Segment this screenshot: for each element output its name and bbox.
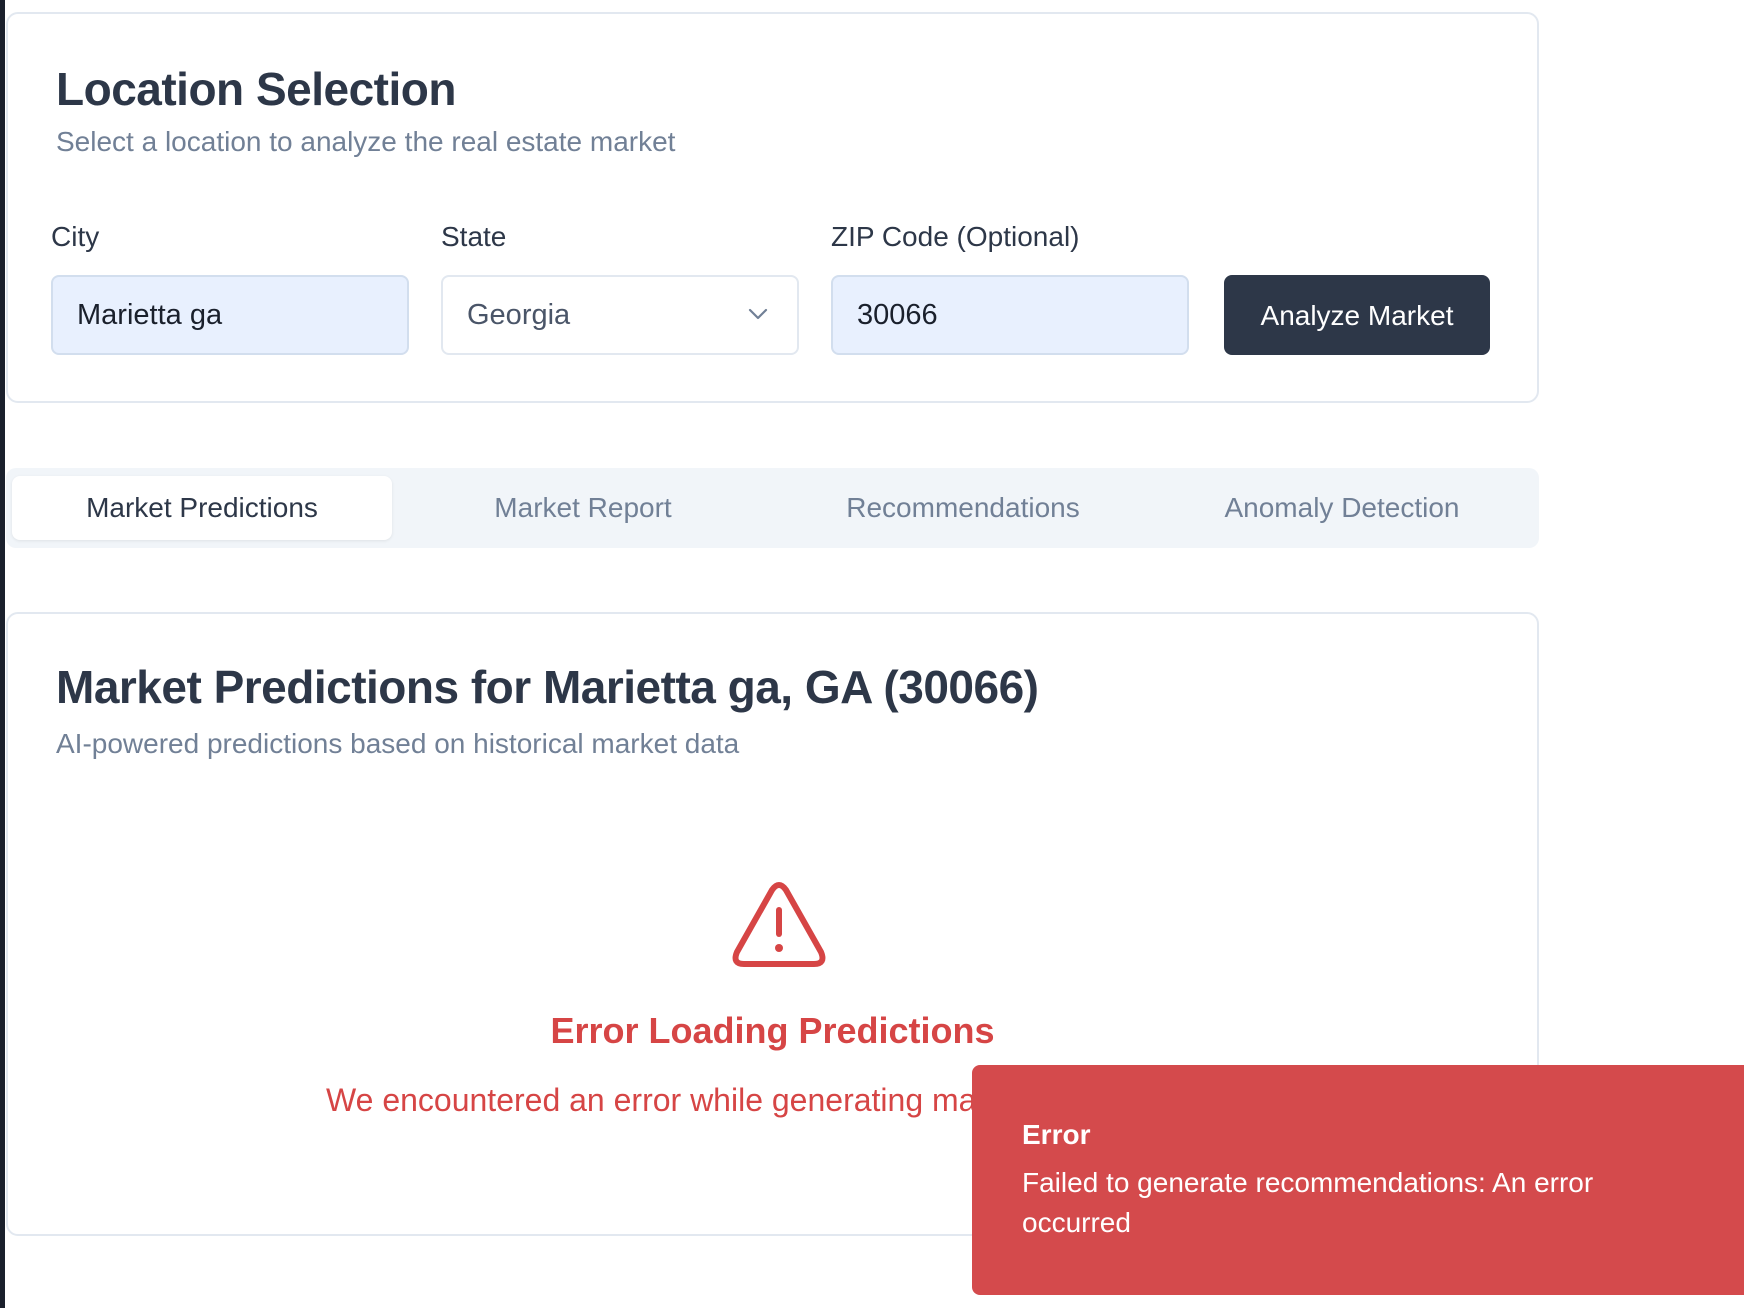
zip-label: ZIP Code (Optional) [831,221,1080,252]
chevron-down-icon [748,308,768,320]
tab-anomaly-detection[interactable]: Anomaly Detection [1152,476,1532,540]
zip-input[interactable]: 30066 [831,275,1189,355]
tab-list: Market Predictions Market Report Recomme… [6,468,1539,548]
tab-market-report[interactable]: Market Report [393,476,773,540]
state-select[interactable]: Georgia [441,275,799,355]
toast-title: Error [1022,1119,1091,1150]
location-card-title: Location Selection [56,63,456,115]
error-toast[interactable]: Error Failed to generate recommendations… [972,1065,1744,1295]
page: Location Selection Select a location to … [0,0,1744,1308]
city-label: City [51,221,100,252]
error-title: Error Loading Predictions [550,1010,995,1051]
error-message: We encountered an error while generating… [326,1082,977,1118]
tab-recommendations[interactable]: Recommendations [773,476,1153,540]
toast-message: Failed to generate recommendations: An e… [1022,1167,1594,1238]
location-card-subtitle: Select a location to analyze the real es… [56,126,676,157]
state-label: State [441,221,507,252]
alert-triangle-icon [732,882,826,967]
tab-market-predictions[interactable]: Market Predictions [12,476,392,540]
predictions-card-subtitle: AI-powered predictions based on historic… [56,728,740,759]
location-selection-card: Location Selection Select a location to … [6,12,1539,403]
city-input[interactable]: Marietta ga [51,275,409,355]
state-select-value: Georgia [467,299,571,331]
analyze-market-button[interactable]: Analyze Market [1224,275,1490,355]
predictions-card-title: Market Predictions for Marietta ga, GA (… [56,661,1039,713]
window-edge [0,0,5,1308]
